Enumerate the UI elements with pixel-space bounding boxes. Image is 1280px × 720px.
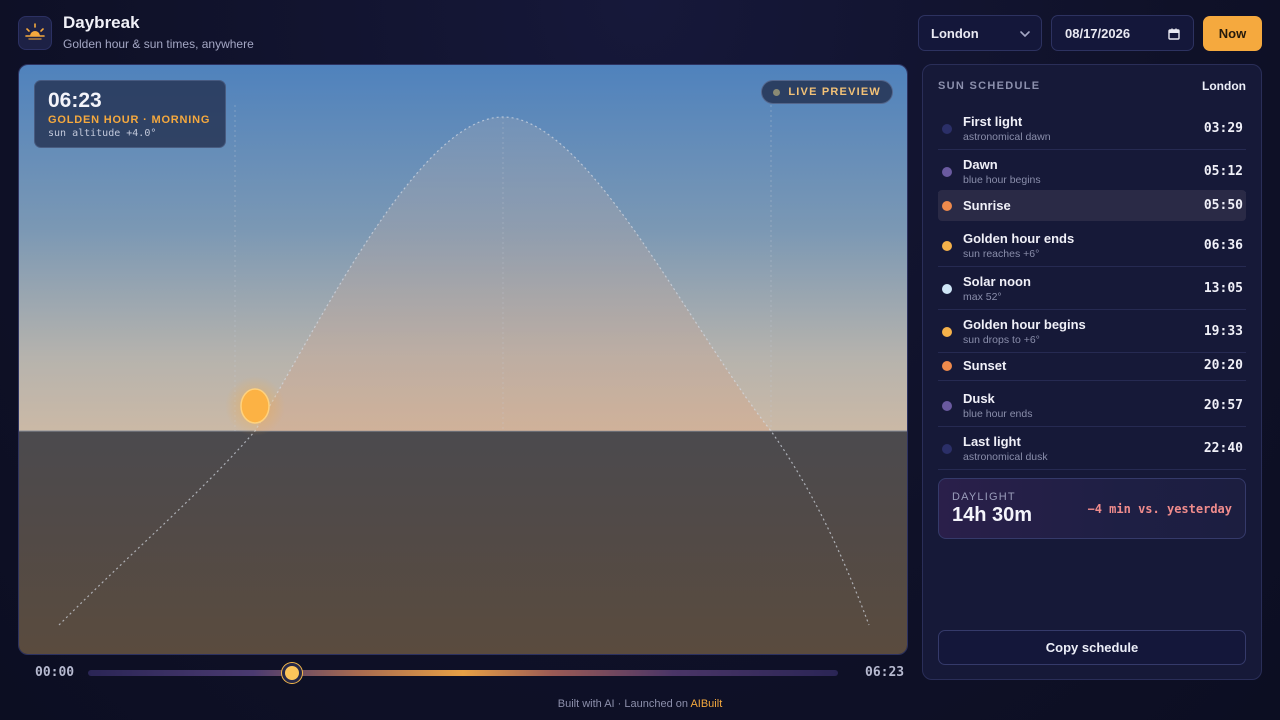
now-button[interactable]: Now xyxy=(1203,16,1262,51)
calendar-icon[interactable] xyxy=(1168,28,1180,40)
event-dot-icon xyxy=(942,166,952,177)
schedule-row: Last light astronomical dusk 22:40 xyxy=(938,427,1246,470)
event-dot-icon xyxy=(942,123,952,134)
sun-path-scene xyxy=(19,65,907,654)
schedule-row: Sunrise 05:50 xyxy=(938,190,1246,221)
current-time-card: 06:23 GOLDEN HOUR · MORNING sun altitude… xyxy=(34,80,226,148)
sun-altitude: sun altitude +4.0° xyxy=(48,128,157,139)
event-subtitle: max 52° xyxy=(963,291,1002,303)
live-dot-icon xyxy=(773,89,781,96)
timeline-start-label: 00:00 xyxy=(35,665,75,680)
city-select-value: London xyxy=(931,25,979,41)
event-time: 20:57 xyxy=(1203,397,1243,413)
sun-schedule-panel: SUN SCHEDULE London First light astronomi… xyxy=(922,64,1262,680)
sun-marker xyxy=(240,388,270,424)
daylight-label: DAYLIGHT xyxy=(952,491,1016,503)
event-name: Golden hour begins xyxy=(963,317,1086,332)
schedule-row: Dusk blue hour ends 20:57 xyxy=(938,384,1246,427)
daylight-card: DAYLIGHT 14h 30m −4 min vs. yesterday xyxy=(938,478,1246,539)
event-name: Dusk xyxy=(963,391,995,406)
timeline-current-label: 06:23 xyxy=(865,665,905,680)
event-time: 05:12 xyxy=(1203,163,1243,179)
event-dot-icon xyxy=(942,283,952,294)
event-time: 13:05 xyxy=(1203,280,1243,296)
schedule-row: Golden hour ends sun reaches +6° 06:36 xyxy=(938,224,1246,267)
live-preview-badge: LIVE PREVIEW xyxy=(761,80,893,104)
schedule-title: SUN SCHEDULE xyxy=(938,80,1041,92)
chevron-down-icon xyxy=(1020,31,1030,38)
event-subtitle: sun reaches +6° xyxy=(963,248,1040,260)
footer: Built with AI · Launched on AIBuilt xyxy=(0,698,1280,710)
sunrise-icon xyxy=(24,23,46,44)
date-input-value: 08/17/2026 xyxy=(1065,25,1131,41)
app-subtitle: Golden hour & sun times, anywhere xyxy=(63,37,254,51)
event-name: Sunset xyxy=(963,357,1007,373)
schedule-row: Sunset 20:20 xyxy=(938,350,1246,381)
app-title: Daybreak xyxy=(63,13,140,32)
event-time: 22:40 xyxy=(1203,440,1243,456)
event-time: 05:50 xyxy=(1203,197,1243,213)
event-dot-icon xyxy=(942,326,952,337)
event-subtitle: blue hour ends xyxy=(963,408,1033,420)
timeline-slider-track[interactable] xyxy=(88,670,838,676)
sky-preview: 06:23 GOLDEN HOUR · MORNING sun altitude… xyxy=(18,64,908,655)
city-select[interactable]: London xyxy=(918,15,1042,51)
schedule-row: First light astronomical dawn 03:29 xyxy=(938,107,1246,150)
event-dot-icon xyxy=(942,200,952,211)
phase-label: GOLDEN HOUR · MORNING xyxy=(48,114,211,126)
event-dot-icon xyxy=(942,400,952,411)
event-subtitle: sun drops to +6° xyxy=(963,334,1040,346)
event-time: 20:20 xyxy=(1203,357,1243,373)
event-name: Golden hour ends xyxy=(963,231,1075,246)
event-name: Solar noon xyxy=(963,274,1031,289)
event-subtitle: astronomical dawn xyxy=(963,131,1051,143)
current-time: 06:23 xyxy=(48,89,102,112)
schedule-row: Solar noon max 52° 13:05 xyxy=(938,267,1246,310)
daylight-value: 14h 30m xyxy=(952,504,1033,526)
event-time: 06:36 xyxy=(1203,237,1243,253)
event-dot-icon xyxy=(942,240,952,251)
event-name: Last light xyxy=(963,434,1021,449)
event-subtitle: blue hour begins xyxy=(963,174,1041,186)
event-time: 03:29 xyxy=(1203,120,1243,136)
event-name: Dawn xyxy=(963,157,998,172)
schedule-city: London xyxy=(1202,79,1246,93)
footer-brand-link[interactable]: AIBuilt xyxy=(690,698,722,710)
date-input[interactable]: 08/17/2026 xyxy=(1051,15,1194,51)
daylight-delta: −4 min vs. yesterday xyxy=(1087,502,1233,516)
copy-schedule-button[interactable]: Copy schedule xyxy=(938,630,1246,665)
live-preview-label: LIVE PREVIEW xyxy=(788,86,881,98)
schedule-row: Dawn blue hour begins 05:12 xyxy=(938,150,1246,193)
timeline-slider-thumb[interactable] xyxy=(282,663,302,683)
footer-text: Built with AI · Launched on xyxy=(557,698,691,710)
ground-area xyxy=(19,431,907,654)
event-dot-icon xyxy=(942,443,952,454)
event-dot-icon xyxy=(942,360,952,371)
event-name: Sunrise xyxy=(963,197,1011,213)
event-name: First light xyxy=(963,114,1023,129)
app-logo xyxy=(18,16,52,50)
schedule-row: Golden hour begins sun drops to +6° 19:33 xyxy=(938,310,1246,353)
event-time: 19:33 xyxy=(1203,323,1243,339)
event-subtitle: astronomical dusk xyxy=(963,451,1048,463)
